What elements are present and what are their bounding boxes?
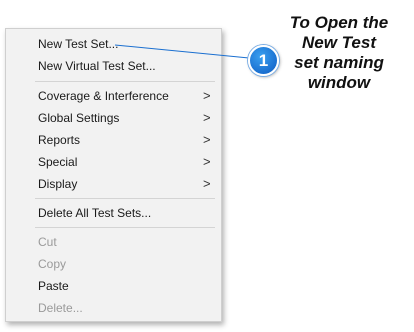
callout-note-line: set naming (294, 53, 384, 72)
callout-line (114, 44, 250, 59)
callout-note: To Open the New Test set naming window (274, 13, 404, 93)
callout-note-line: New Test (301, 33, 376, 52)
callout-note-line: To Open the (289, 13, 389, 32)
callout-note-line: window (307, 73, 371, 92)
